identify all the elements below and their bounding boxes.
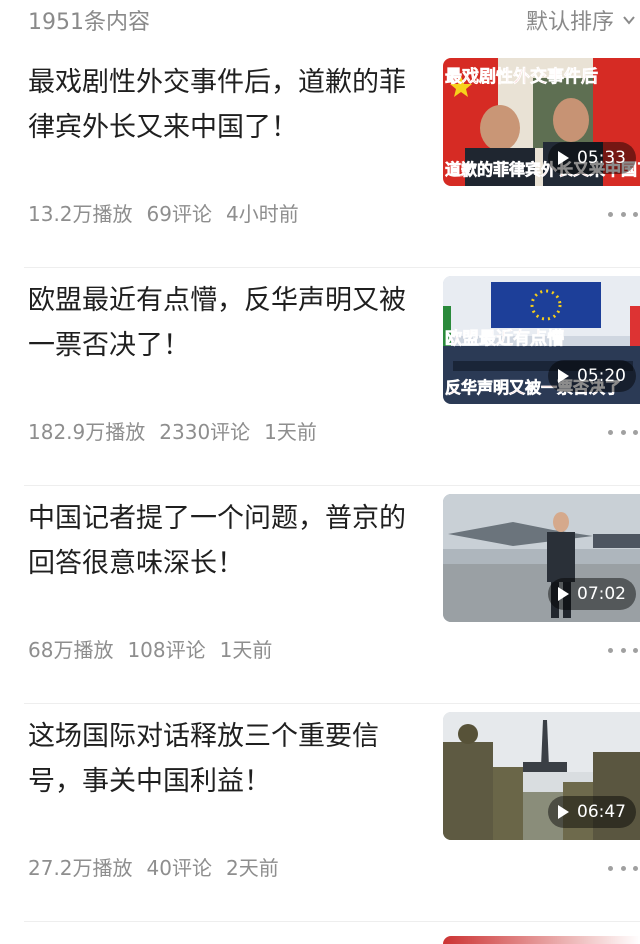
divider [24, 921, 640, 922]
duration-text: 05:20 [577, 366, 626, 386]
video-title[interactable]: 中国记者提了一个问题，普京的回答很意味深长！ [28, 496, 418, 586]
video-thumbnail[interactable]: 06:47 [443, 712, 640, 840]
comment-count: 69评论 [146, 202, 212, 226]
more-options-icon[interactable] [608, 864, 638, 872]
video-meta: 68万播放 108评论 1天前 [28, 634, 272, 663]
list-item[interactable]: 这场国际对话释放三个重要信号，事关中国利益！ 06:47 27.2万播放 40评… [0, 704, 640, 922]
comment-count: 40评论 [146, 856, 212, 880]
list-item[interactable]: 欧盟最近有点懵，反华声明又被一票否决了！ 欧盟最近有点懵 反华声明又被一票否决了… [0, 268, 640, 486]
duration-text: 06:47 [577, 802, 626, 822]
more-options-icon[interactable] [608, 646, 638, 654]
duration-badge: 07:02 [548, 578, 636, 610]
duration-text: 05:33 [577, 148, 626, 168]
list-header: 1951条内容 默认排序 [0, 0, 640, 40]
next-item-thumbnail-partial [443, 936, 640, 944]
chevron-down-icon [623, 16, 635, 25]
play-icon [558, 587, 569, 601]
sort-dropdown[interactable]: 默认排序 [526, 4, 636, 36]
comment-count: 108评论 [127, 638, 206, 662]
view-count: 68万播放 [28, 638, 114, 662]
content-count: 1951条内容 [28, 10, 150, 35]
view-count: 13.2万播放 [28, 202, 133, 226]
thumbnail-caption-top: 欧盟最近有点懵 [445, 329, 565, 350]
list-item[interactable]: 最戏剧性外交事件后，道歉的菲律宾外长又来中国了！ 最戏剧性外交事件后 道歉的菲律… [0, 50, 640, 268]
more-options-icon[interactable] [608, 210, 638, 218]
thumbnail-caption-top: 最戏剧性外交事件后 [445, 67, 599, 87]
sort-label: 默认排序 [525, 10, 614, 35]
play-icon [558, 369, 569, 383]
post-time: 1天前 [219, 638, 273, 662]
video-title[interactable]: 最戏剧性外交事件后，道歉的菲律宾外长又来中国了！ [28, 60, 418, 150]
video-thumbnail[interactable]: 最戏剧性外交事件后 道歉的菲律宾外长又来中国了 05:33 [443, 58, 640, 186]
play-icon [558, 805, 569, 819]
video-meta: 27.2万播放 40评论 2天前 [28, 852, 279, 881]
post-time: 4小时前 [225, 202, 299, 226]
duration-badge: 05:20 [548, 360, 636, 392]
view-count: 182.9万播放 [28, 420, 146, 444]
post-time: 1天前 [264, 420, 317, 444]
video-title[interactable]: 这场国际对话释放三个重要信号，事关中国利益！ [28, 714, 418, 804]
duration-badge: 05:33 [548, 142, 636, 174]
post-time: 2天前 [225, 856, 279, 880]
comment-count: 2330评论 [159, 420, 251, 444]
duration-badge: 06:47 [548, 796, 636, 828]
video-meta: 13.2万播放 69评论 4小时前 [28, 198, 299, 227]
video-meta: 182.9万播放 2330评论 1天前 [28, 416, 317, 445]
video-thumbnail[interactable]: 07:02 [443, 494, 640, 622]
duration-text: 07:02 [577, 584, 626, 604]
more-options-icon[interactable] [608, 428, 638, 436]
list-item[interactable]: 中国记者提了一个问题，普京的回答很意味深长！ 07:02 68万播放 108评论… [0, 486, 640, 704]
video-title[interactable]: 欧盟最近有点懵，反华声明又被一票否决了！ [28, 278, 418, 368]
video-thumbnail[interactable]: 欧盟最近有点懵 反华声明又被一票否决了 05:20 [443, 276, 640, 404]
play-icon [558, 151, 569, 165]
view-count: 27.2万播放 [28, 856, 133, 880]
